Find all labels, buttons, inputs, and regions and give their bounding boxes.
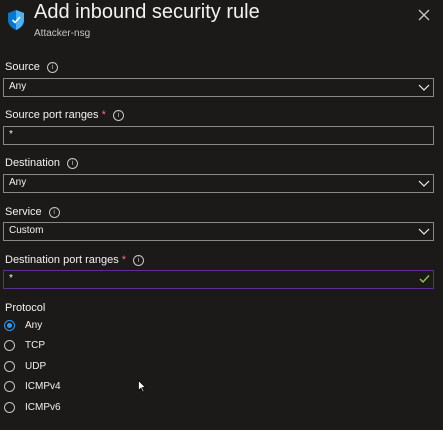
protocol-option-any[interactable]: Any — [4, 317, 42, 333]
mouse-cursor-icon — [138, 380, 146, 393]
radio-button[interactable] — [4, 360, 15, 372]
destination-value: Any — [9, 177, 27, 188]
protocol-label: Protocol — [5, 302, 46, 314]
source-port-ranges-input[interactable]: * — [3, 126, 434, 145]
protocol-option-udp[interactable]: UDP — [4, 358, 46, 374]
service-label: Service i — [5, 206, 60, 218]
source-dropdown[interactable]: Any — [3, 78, 434, 97]
info-icon[interactable]: i — [133, 254, 145, 266]
required-marker: * — [101, 109, 106, 121]
destination-port-ranges-label: Destination port ranges * i — [5, 254, 145, 266]
protocol-option-icmpv4[interactable]: ICMPv4 — [4, 378, 61, 394]
radio-button-selected[interactable] — [4, 319, 15, 331]
protocol-option-tcp[interactable]: TCP — [4, 337, 45, 353]
required-marker: * — [121, 254, 127, 266]
radio-button[interactable] — [4, 339, 15, 351]
source-port-ranges-label: Source port ranges * i — [5, 109, 124, 121]
info-icon[interactable]: i — [67, 157, 79, 169]
shield-icon — [8, 10, 24, 30]
radio-button[interactable] — [4, 401, 15, 413]
source-label: Source i — [5, 61, 58, 73]
protocol-option-icmpv6[interactable]: ICMPv6 — [4, 399, 61, 415]
source-port-ranges-value: * — [9, 129, 13, 140]
destination-port-ranges-value: * — [9, 273, 13, 284]
page-subtitle: Attacker-nsg — [34, 28, 91, 39]
chevron-down-icon — [418, 228, 430, 235]
service-dropdown[interactable]: Custom — [3, 222, 434, 241]
destination-label: Destination i — [5, 157, 79, 169]
info-icon[interactable]: i — [112, 109, 124, 121]
chevron-down-icon — [418, 84, 430, 91]
checkmark-icon — [419, 275, 430, 284]
source-value: Any — [9, 81, 27, 92]
panel-header: Add inbound security rule Attacker-nsg — [0, 0, 443, 44]
info-icon[interactable]: i — [48, 206, 60, 218]
close-icon[interactable] — [417, 8, 431, 22]
service-value: Custom — [9, 225, 44, 236]
destination-port-ranges-input[interactable]: * — [3, 270, 434, 289]
radio-button[interactable] — [4, 380, 15, 392]
destination-dropdown[interactable]: Any — [3, 174, 434, 193]
page-title: Add inbound security rule — [34, 1, 260, 23]
chevron-down-icon — [418, 180, 430, 187]
info-icon[interactable]: i — [46, 61, 58, 73]
